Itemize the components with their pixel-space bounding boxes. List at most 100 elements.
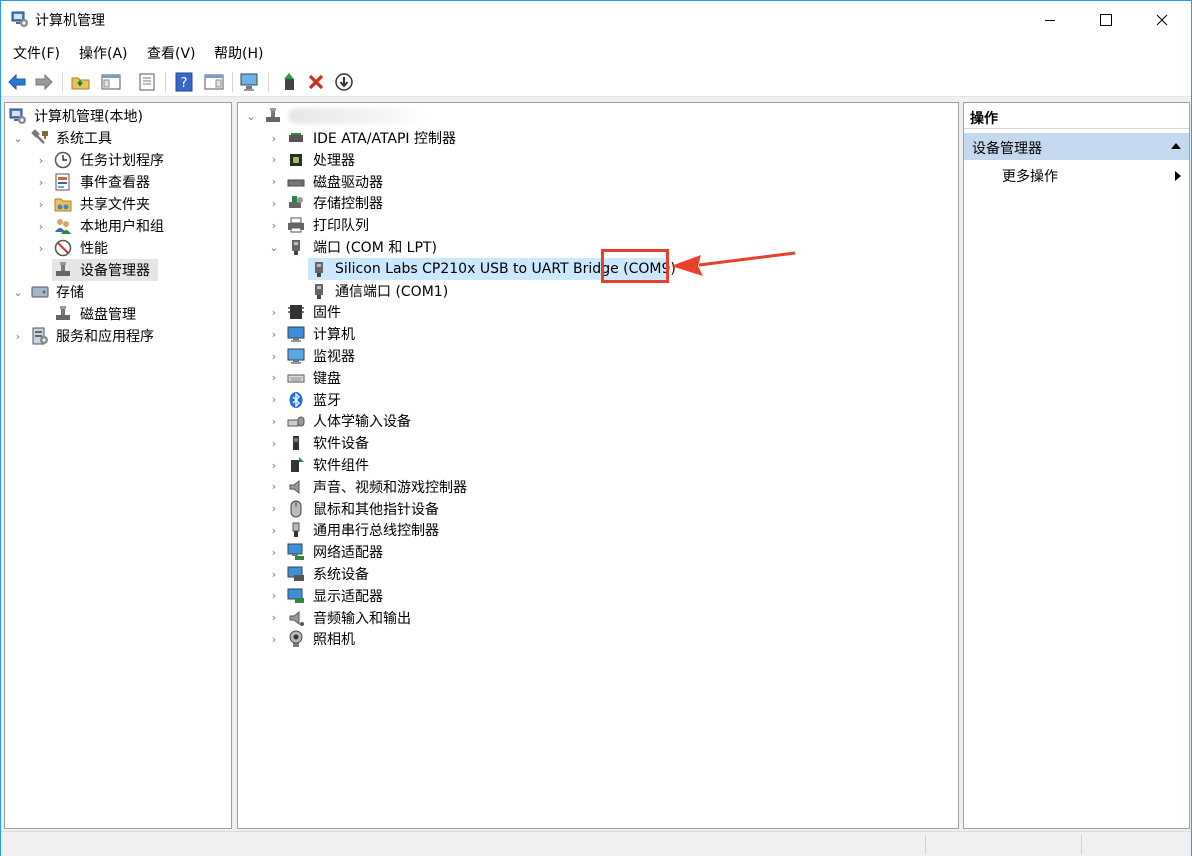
maximize-button[interactable] [1083, 1, 1129, 38]
scan-hardware-button[interactable] [238, 70, 262, 94]
more-actions-item[interactable]: 更多操作 [964, 163, 1189, 187]
device-category[interactable]: › 软件组件 [238, 454, 938, 476]
device-category[interactable]: › 软件设备 [238, 432, 938, 454]
device-category[interactable]: › 固件 [238, 301, 938, 323]
chevron-right-icon[interactable]: › [269, 175, 279, 188]
chevron-right-icon[interactable]: › [269, 502, 279, 515]
up-level-button[interactable] [69, 70, 93, 94]
device-category[interactable]: › 处理器 [238, 149, 938, 171]
tree-item-shared-folders[interactable]: › 共享文件夹 [5, 193, 229, 215]
chevron-right-icon[interactable]: › [13, 330, 23, 343]
chevron-right-icon[interactable]: › [269, 219, 279, 232]
chevron-right-icon[interactable]: › [269, 459, 279, 472]
menu-file[interactable]: 文件(F) [13, 43, 60, 63]
device-category[interactable]: › 人体学输入设备 [238, 410, 938, 432]
device-category[interactable]: › IDE ATA/ATAPI 控制器 [238, 127, 938, 149]
chevron-right-icon[interactable]: › [269, 132, 279, 145]
device-category[interactable]: › 网络适配器 [238, 541, 938, 563]
forward-button[interactable] [32, 70, 56, 94]
device-tree-pane[interactable]: ⌄ › IDE ATA/ATAPI 控制器 › 处理器 › 磁盘驱动器 › 存储控制器 › 打印队… [237, 102, 959, 829]
update-driver-button[interactable] [278, 70, 302, 94]
chevron-down-icon[interactable]: ⌄ [246, 110, 256, 123]
device-category[interactable]: › 显示适配器 [238, 585, 938, 607]
collapse-up-icon[interactable] [1170, 142, 1182, 150]
chevron-right-icon[interactable]: › [269, 546, 279, 559]
help-button[interactable]: ? [172, 70, 196, 94]
chevron-right-icon[interactable]: › [269, 437, 279, 450]
device-category[interactable]: › 系统设备 [238, 563, 938, 585]
chevron-right-icon[interactable]: › [36, 198, 46, 211]
tree-item-label: 系统工具 [56, 131, 112, 147]
close-button[interactable] [1139, 1, 1185, 38]
chevron-right-icon[interactable]: › [269, 328, 279, 341]
chevron-right-icon[interactable]: › [269, 306, 279, 319]
tree-item-computer-management[interactable]: 计算机管理(本地) [5, 105, 229, 127]
chevron-right-icon[interactable]: › [36, 154, 46, 167]
chevron-right-icon[interactable]: › [36, 220, 46, 233]
chevron-down-icon[interactable]: ⌄ [13, 132, 23, 145]
disable-device-button[interactable] [332, 70, 356, 94]
device-category[interactable]: › 磁盘驱动器 [238, 171, 938, 193]
uninstall-device-button[interactable] [304, 70, 328, 94]
tree-item-label: 性能 [80, 241, 108, 257]
menu-view[interactable]: 查看(V) [147, 43, 196, 63]
tree-item-services-apps[interactable]: › 服务和应用程序 [5, 325, 229, 347]
tree-item-label: 事件查看器 [80, 175, 150, 191]
device-tree-root[interactable]: ⌄ [238, 105, 938, 127]
toolbar-separator [232, 72, 233, 92]
menu-action[interactable]: 操作(A) [79, 43, 128, 63]
chevron-down-icon[interactable]: ⌄ [13, 286, 23, 299]
device-category[interactable]: › 音频输入和输出 [238, 607, 938, 629]
chevron-right-icon[interactable]: › [269, 480, 279, 493]
device-category[interactable]: › 蓝牙 [238, 389, 938, 411]
tree-item-local-users[interactable]: › 本地用户和组 [5, 215, 229, 237]
back-button[interactable] [5, 70, 29, 94]
tree-item-performance[interactable]: › 性能 [5, 237, 229, 259]
device-category[interactable]: › 监视器 [238, 345, 938, 367]
console-tree-pane[interactable]: 计算机管理(本地) ⌄ 系统工具 › 任务计划程序 › 事件查看器 › 共享文件… [4, 102, 232, 829]
tree-item-event-viewer[interactable]: › 事件查看器 [5, 171, 229, 193]
show-hide-tree-button[interactable] [99, 70, 123, 94]
action-pane-icon [204, 74, 224, 90]
chevron-right-icon[interactable]: › [269, 611, 279, 624]
chevron-right-icon[interactable]: › [269, 415, 279, 428]
chevron-right-icon[interactable]: › [269, 153, 279, 166]
chevron-right-icon[interactable]: › [269, 197, 279, 210]
performance-gauge-icon [54, 239, 72, 257]
chevron-right-icon[interactable]: › [269, 589, 279, 602]
title-bar[interactable]: 计算机管理 [1, 1, 1191, 38]
device-category[interactable]: › 计算机 [238, 323, 938, 345]
chevron-down-icon[interactable]: ⌄ [269, 241, 279, 254]
device-category[interactable]: › 鼠标和其他指针设备 [238, 498, 938, 520]
network-adapter-icon [287, 543, 304, 561]
tree-item-label: 磁盘管理 [80, 307, 136, 323]
chevron-right-icon[interactable]: › [269, 568, 279, 581]
minimize-button[interactable] [1027, 1, 1073, 38]
actions-section-device-manager[interactable]: 设备管理器 [964, 133, 1189, 160]
device-category[interactable]: › 存储控制器 [238, 192, 938, 214]
tree-item-task-scheduler[interactable]: › 任务计划程序 [5, 149, 229, 171]
action-pane-button[interactable] [202, 70, 226, 94]
chevron-right-icon[interactable]: › [269, 633, 279, 646]
tree-item-system-tools[interactable]: ⌄ 系统工具 [5, 127, 229, 149]
device-category[interactable]: › 照相机 [238, 628, 938, 650]
tree-item-device-manager[interactable]: 设备管理器 [52, 259, 158, 281]
device-category-label: 键盘 [313, 370, 341, 387]
properties-button[interactable] [135, 70, 159, 94]
tree-item-disk-management[interactable]: 磁盘管理 [5, 303, 229, 325]
chevron-right-icon[interactable]: › [36, 176, 46, 189]
device-item[interactable]: 通信端口 (COM1) [308, 280, 528, 302]
device-category[interactable]: › 通用串行总线控制器 [238, 519, 938, 541]
tree-item-storage[interactable]: ⌄ 存储 [5, 281, 229, 303]
chevron-right-icon[interactable]: › [269, 371, 279, 384]
chevron-right-icon[interactable]: › [269, 350, 279, 363]
device-category[interactable]: ⌄ 端口 (COM 和 LPT) [238, 236, 938, 258]
chevron-right-icon[interactable]: › [269, 393, 279, 406]
device-category[interactable]: › 打印队列 [238, 214, 938, 236]
device-category[interactable]: › 键盘 [238, 367, 938, 389]
chevron-right-icon[interactable]: › [269, 524, 279, 537]
chevron-right-icon[interactable]: › [36, 242, 46, 255]
device-category[interactable]: › 声音、视频和游戏控制器 [238, 476, 938, 498]
sound-icon [289, 479, 300, 494]
menu-help[interactable]: 帮助(H) [214, 43, 263, 63]
